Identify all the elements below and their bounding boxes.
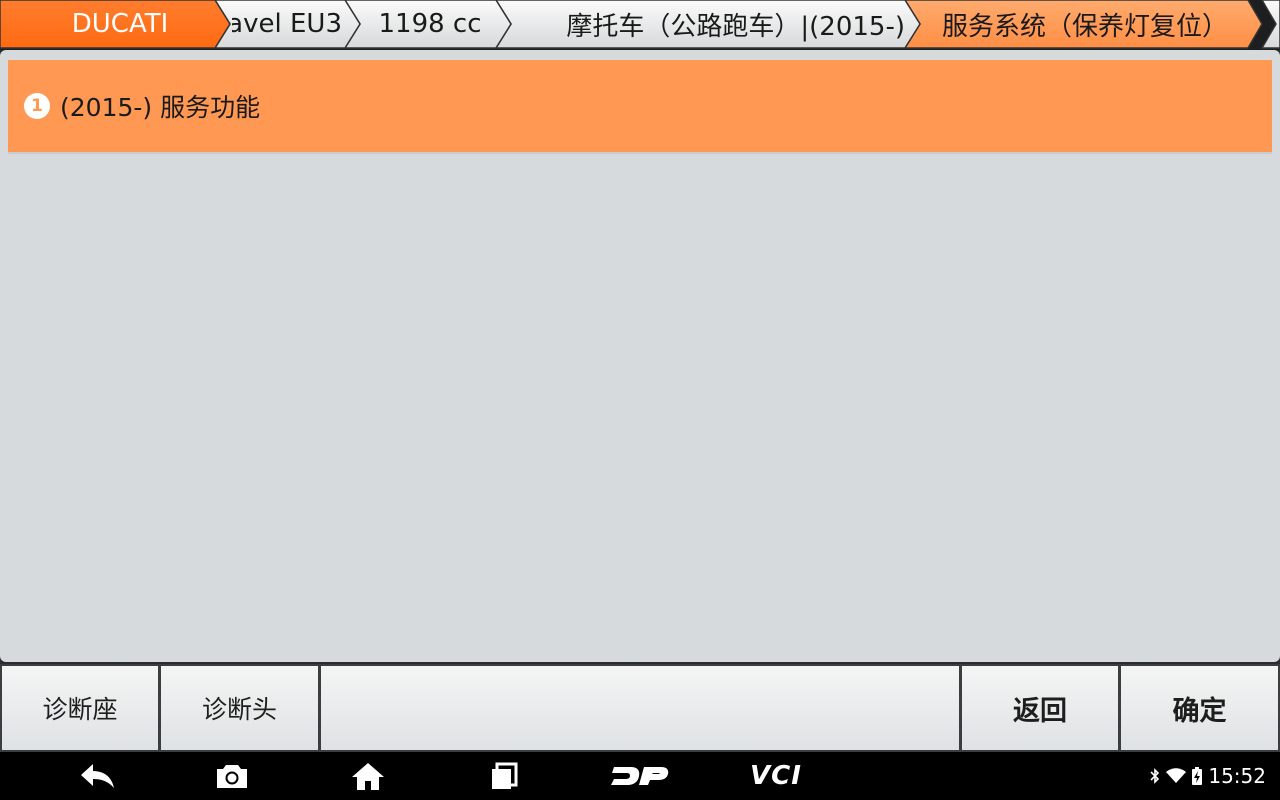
clock: 15:52 bbox=[1208, 764, 1266, 788]
breadcrumb-item-vehicle-type[interactable]: 摩托车（公路跑车）|(2015-) bbox=[513, 0, 905, 48]
breadcrumb-label: 服务系统（保养灯复位） bbox=[941, 11, 1228, 42]
camera-icon[interactable] bbox=[214, 760, 250, 792]
bottom-button-bar: 诊断座 诊断头 返回 确定 bbox=[0, 664, 1280, 752]
breadcrumb-item-ducati[interactable]: DUCATI bbox=[0, 0, 240, 48]
list-item[interactable]: 1 (2015-) 服务功能 bbox=[8, 60, 1272, 154]
recent-apps-icon[interactable] bbox=[488, 760, 520, 792]
wifi-icon bbox=[1166, 768, 1187, 783]
diag-socket-label: 诊断座 bbox=[42, 695, 118, 724]
diag-socket-button[interactable]: 诊断座 bbox=[2, 666, 158, 750]
vci-label: VCI bbox=[750, 761, 802, 791]
empty-button-area bbox=[321, 666, 959, 750]
breadcrumb-item-model[interactable]: Diavel EU3 bbox=[232, 0, 342, 48]
back-button[interactable]: 返回 bbox=[962, 666, 1118, 750]
breadcrumb-item-engine[interactable]: 1198 cc bbox=[362, 0, 498, 48]
breadcrumb: DUCATI Diavel EU3 1198 cc 摩托车（公路跑车）|(201… bbox=[0, 0, 1280, 50]
content-panel: 1 (2015-) 服务功能 bbox=[0, 50, 1280, 662]
home-icon[interactable] bbox=[350, 760, 386, 792]
back-icon[interactable] bbox=[78, 760, 118, 792]
confirm-label: 确定 bbox=[1172, 695, 1227, 727]
breadcrumb-label: 1198 cc bbox=[378, 9, 482, 39]
breadcrumb-label: Diavel EU3 bbox=[232, 9, 342, 39]
system-nav-bar: VCI 15:52 bbox=[0, 752, 1280, 800]
dp-logo-icon[interactable] bbox=[610, 760, 670, 792]
confirm-button[interactable]: 确定 bbox=[1121, 666, 1278, 750]
list-item-label: (2015-) 服务功能 bbox=[60, 93, 261, 122]
breadcrumb-label: DUCATI bbox=[71, 9, 169, 39]
battery-icon bbox=[1192, 767, 1203, 785]
item-number-badge: 1 bbox=[24, 93, 50, 119]
diag-head-button[interactable]: 诊断头 bbox=[161, 666, 318, 750]
app-window: DUCATI Diavel EU3 1198 cc 摩托车（公路跑车）|(201… bbox=[0, 0, 1280, 800]
vci-icon[interactable]: VCI bbox=[744, 760, 808, 792]
diag-head-label: 诊断头 bbox=[201, 695, 277, 724]
breadcrumb-label: 摩托车（公路跑车）|(2015-) bbox=[566, 11, 905, 42]
status-area: 15:52 bbox=[1150, 752, 1266, 800]
back-label: 返回 bbox=[1013, 695, 1067, 727]
breadcrumb-item-service-system[interactable]: 服务系统（保养灯复位） bbox=[922, 0, 1248, 48]
bluetooth-icon bbox=[1150, 768, 1160, 784]
crumb-shape-6 bbox=[1260, 0, 1280, 49]
